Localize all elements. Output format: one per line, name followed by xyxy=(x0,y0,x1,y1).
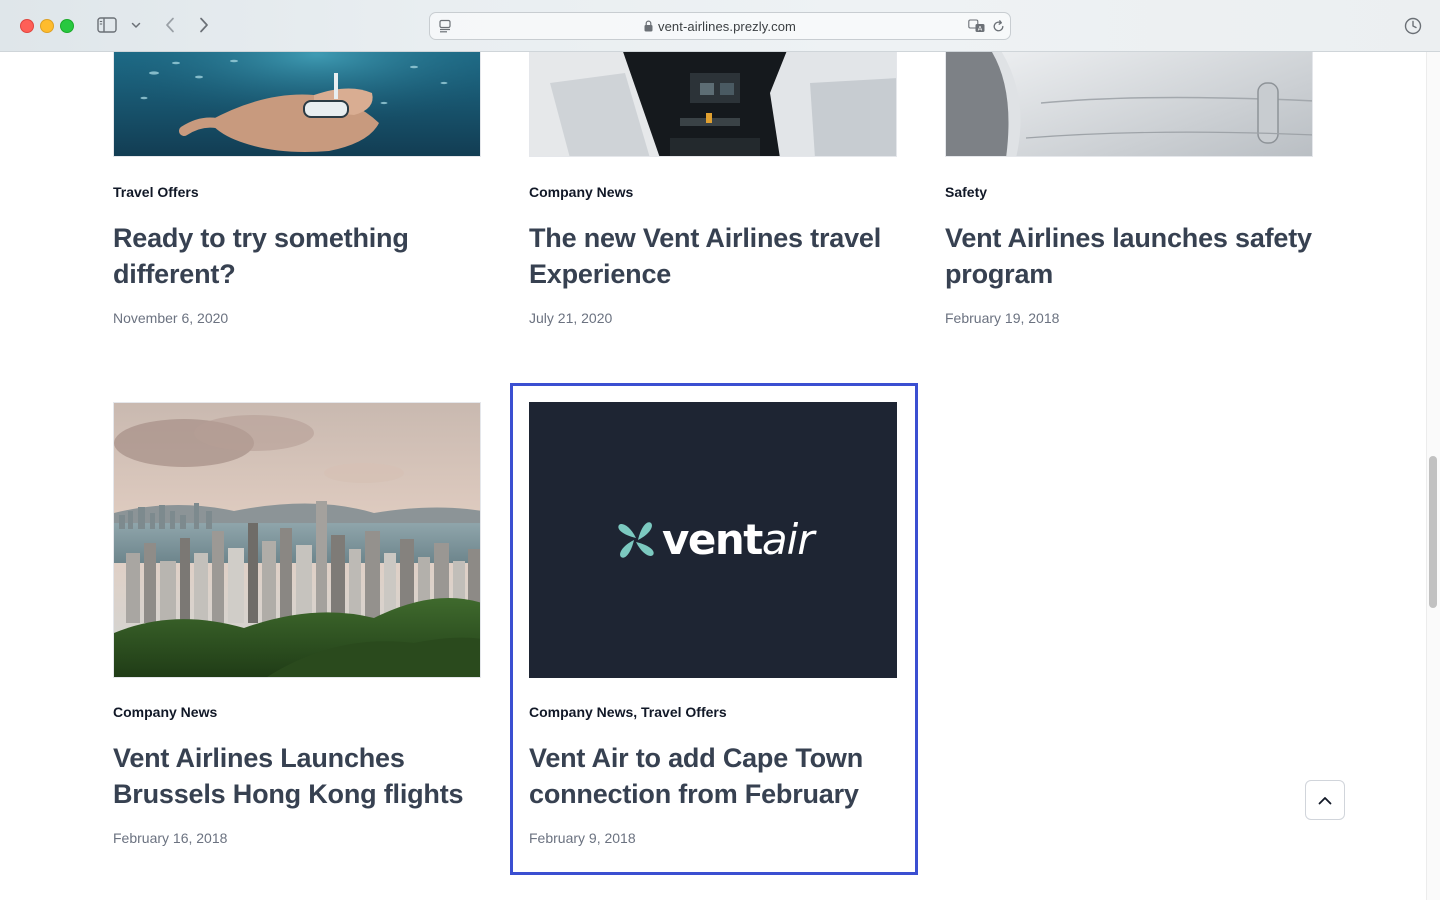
page-viewport: Travel Offers Ready to try something dif… xyxy=(0,52,1426,900)
scrollbar-thumb[interactable] xyxy=(1429,456,1437,608)
chevron-up-icon xyxy=(1318,796,1332,804)
story-card[interactable]: Safety Vent Airlines launches safety pro… xyxy=(945,52,1313,352)
story-title[interactable]: Vent Airlines launches safety program xyxy=(945,220,1325,292)
story-title[interactable]: The new Vent Airlines travel Experience xyxy=(529,220,909,292)
sidebar-toggle-icon[interactable] xyxy=(96,15,118,35)
translate-icon[interactable]: A xyxy=(968,18,986,34)
story-date: July 21, 2020 xyxy=(529,310,613,326)
browser-toolbar: vent-airlines.prezly.com A xyxy=(0,0,1440,52)
story-card[interactable]: Company News The new Vent Airlines trave… xyxy=(529,52,897,352)
story-title[interactable]: Ready to try something different? xyxy=(113,220,493,292)
history-clock-icon[interactable] xyxy=(1402,15,1424,37)
address-bar[interactable]: vent-airlines.prezly.com A xyxy=(429,12,1011,40)
story-category[interactable]: Company News xyxy=(113,704,217,720)
story-card[interactable]: Travel Offers Ready to try something dif… xyxy=(113,52,481,352)
zoom-window-button[interactable] xyxy=(60,19,74,33)
scroll-to-top-button[interactable] xyxy=(1305,780,1345,820)
minimize-window-button[interactable] xyxy=(40,19,54,33)
svg-text:A: A xyxy=(978,24,983,32)
story-image-hong-kong[interactable] xyxy=(113,402,481,678)
back-arrow-icon[interactable] xyxy=(160,14,180,36)
story-category[interactable]: Travel Offers xyxy=(113,184,199,200)
story-date: February 19, 2018 xyxy=(945,310,1060,326)
keyboard-focus-ring xyxy=(510,383,918,875)
reload-icon[interactable] xyxy=(990,18,1006,34)
lock-icon xyxy=(644,20,653,35)
story-date: November 6, 2020 xyxy=(113,310,229,326)
close-window-button[interactable] xyxy=(20,19,34,33)
story-title[interactable]: Vent Airlines Launches Brussels Hong Kon… xyxy=(113,740,493,812)
story-category[interactable]: Safety xyxy=(945,184,987,200)
story-image-seat[interactable] xyxy=(945,52,1313,157)
story-image-underwater[interactable] xyxy=(113,52,481,157)
url-text: vent-airlines.prezly.com xyxy=(658,19,796,34)
story-category[interactable]: Company News xyxy=(529,184,633,200)
forward-arrow-icon[interactable] xyxy=(194,14,214,36)
url-text-container: vent-airlines.prezly.com xyxy=(430,19,1010,35)
chevron-down-icon[interactable] xyxy=(129,19,143,31)
story-image-cockpit[interactable] xyxy=(529,52,897,157)
story-date: February 16, 2018 xyxy=(113,830,228,846)
story-card[interactable]: Company News Vent Airlines Launches Brus… xyxy=(113,402,481,862)
